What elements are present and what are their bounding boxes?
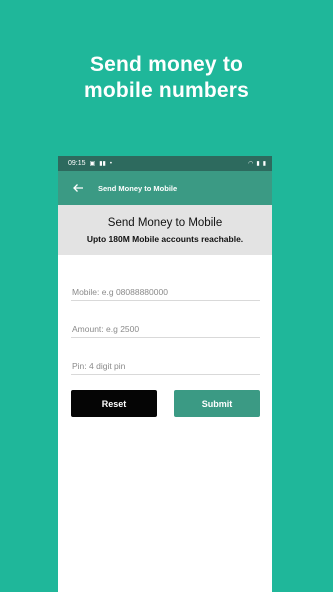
headline-line-2: mobile numbers: [84, 79, 249, 102]
amount-field-container: [71, 316, 260, 338]
pin-field-container: [71, 353, 260, 375]
dot-icon: •: [109, 160, 112, 167]
info-banner: Send Money to Mobile Upto 180M Mobile ac…: [58, 205, 272, 255]
arrow-left-icon[interactable]: [72, 181, 84, 195]
mobile-input[interactable]: [72, 287, 260, 297]
phone-screen: 09:15 ▣ ▮▮ • ◠ ▮ ▮ Send Money to Mobile …: [58, 156, 272, 592]
send-money-form: Reset Submit: [58, 255, 272, 417]
app-bar-title: Send Money to Mobile: [98, 183, 178, 193]
mobile-field-container: [71, 279, 260, 301]
status-bar: 09:15 ▣ ▮▮ • ◠ ▮ ▮: [58, 156, 272, 171]
marketing-headline: Send money to mobile numbers: [0, 52, 333, 104]
reset-button[interactable]: Reset: [71, 390, 157, 417]
signal-icon: ▮▮: [99, 160, 106, 167]
banner-subtitle: Upto 180M Mobile accounts reachable.: [86, 233, 244, 244]
battery-icon: ▮: [262, 160, 266, 167]
wifi-icon: ◠: [248, 160, 254, 167]
pin-input[interactable]: [72, 361, 260, 371]
signal-icon: ▮: [256, 160, 260, 167]
banner-title: Send Money to Mobile: [107, 216, 223, 229]
image-icon: ▣: [89, 160, 96, 167]
amount-input[interactable]: [72, 324, 260, 334]
app-bar: Send Money to Mobile: [58, 171, 272, 205]
status-time: 09:15: [68, 160, 86, 167]
form-buttons: Reset Submit: [71, 390, 260, 417]
headline-line-1: Send money to: [89, 53, 244, 76]
submit-button[interactable]: Submit: [174, 390, 260, 417]
